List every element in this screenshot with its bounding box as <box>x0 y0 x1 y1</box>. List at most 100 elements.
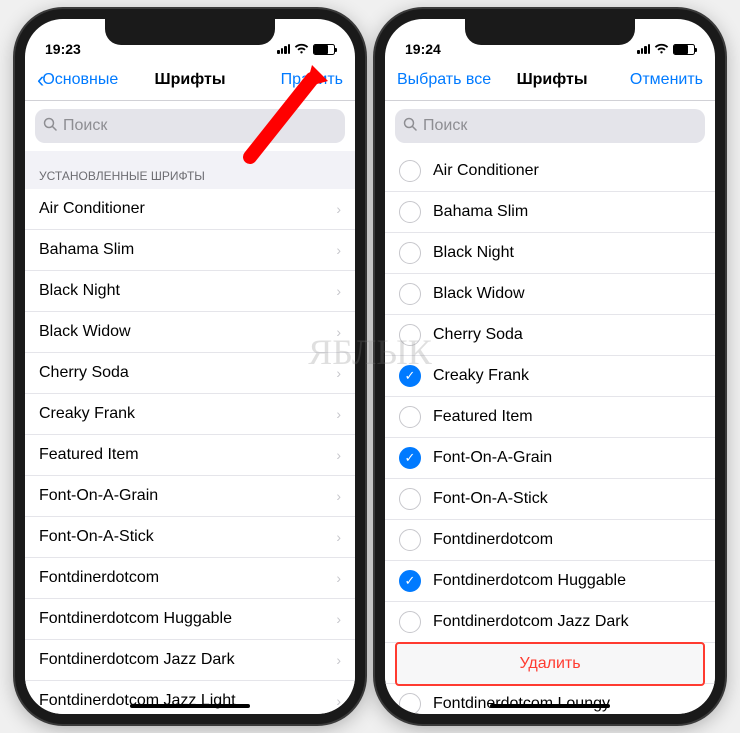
checkbox-unchecked-icon[interactable] <box>399 283 421 305</box>
status-time: 19:23 <box>45 41 81 57</box>
chevron-right-icon: › <box>336 283 341 299</box>
font-row[interactable]: Font-On-A-Grain› <box>25 476 355 517</box>
home-indicator[interactable] <box>490 704 610 708</box>
font-name: Black Night <box>433 244 514 262</box>
notch <box>465 19 635 45</box>
search-input[interactable]: Поиск <box>395 109 705 143</box>
checkbox-unchecked-icon[interactable] <box>399 242 421 264</box>
font-row[interactable]: Air Conditioner › <box>25 189 355 230</box>
font-row-selectable[interactable]: ✓ Font-On-A-Grain <box>385 438 715 479</box>
checkbox-unchecked-icon[interactable] <box>399 324 421 346</box>
font-name: Black Widow <box>39 323 131 341</box>
chevron-right-icon: › <box>336 201 341 217</box>
font-row[interactable]: Creaky Frank› <box>25 394 355 435</box>
font-row-selectable[interactable]: ✓ Creaky Frank <box>385 356 715 397</box>
font-row-selectable[interactable]: Font-On-A-Stick <box>385 479 715 520</box>
chevron-right-icon: › <box>336 652 341 668</box>
font-name: Fontdinerdotcom Jazz Dark <box>39 651 235 669</box>
chevron-right-icon: › <box>336 570 341 586</box>
delete-label: Удалить <box>519 655 580 673</box>
search-placeholder: Поиск <box>63 117 107 135</box>
back-label: Основные <box>42 71 118 89</box>
wifi-icon <box>294 41 309 57</box>
font-name: Fontdinerdotcom <box>39 569 159 587</box>
chevron-right-icon: › <box>336 611 341 627</box>
search-icon <box>43 117 57 135</box>
page-title: Шрифты <box>155 71 226 89</box>
checkbox-checked-icon[interactable]: ✓ <box>399 447 421 469</box>
chevron-right-icon: › <box>336 365 341 381</box>
font-row-selectable[interactable]: Fontdinerdotcom <box>385 520 715 561</box>
checkbox-unchecked-icon[interactable] <box>399 693 421 714</box>
font-row-selectable[interactable]: Fontdinerdotcom Jazz Dark <box>385 602 715 643</box>
checkbox-checked-icon[interactable]: ✓ <box>399 570 421 592</box>
font-row-selectable[interactable]: Cherry Soda <box>385 315 715 356</box>
font-name: Font-On-A-Grain <box>39 487 158 505</box>
edit-label: Править <box>281 71 343 89</box>
device-left: 19:23 ‹ Основные Шрифты Править <box>15 9 365 724</box>
font-name: Air Conditioner <box>433 162 539 180</box>
font-name: Font-On-A-Stick <box>433 490 548 508</box>
chevron-right-icon: › <box>336 242 341 258</box>
font-row-selectable[interactable]: Air Conditioner <box>385 151 715 192</box>
font-name: Cherry Soda <box>39 364 129 382</box>
font-row[interactable]: Font-On-A-Stick › <box>25 517 355 558</box>
section-header: УСТАНОВЛЕННЫЕ ШРИФТЫ <box>25 151 355 189</box>
back-button[interactable]: ‹ Основные <box>37 69 127 91</box>
page-title: Шрифты <box>517 71 588 89</box>
search-input[interactable]: Поиск <box>35 109 345 143</box>
checkbox-unchecked-icon[interactable] <box>399 201 421 223</box>
device-right: 19:24 Выбрать все Шрифты Отменить Поис <box>375 9 725 724</box>
checkbox-unchecked-icon[interactable] <box>399 160 421 182</box>
cancel-label: Отменить <box>630 71 703 89</box>
font-row-selectable[interactable]: Black Night <box>385 233 715 274</box>
font-row-selectable[interactable]: Featured Item <box>385 397 715 438</box>
checkbox-checked-icon[interactable]: ✓ <box>399 365 421 387</box>
edit-button[interactable]: Править <box>253 71 343 89</box>
checkbox-unchecked-icon[interactable] <box>399 406 421 428</box>
chevron-right-icon: › <box>336 406 341 422</box>
font-name: Fontdinerdotcom Huggable <box>39 610 232 628</box>
font-row-selectable[interactable]: ✓Fontdinerdotcom Huggable <box>385 561 715 602</box>
checkbox-unchecked-icon[interactable] <box>399 488 421 510</box>
font-name: Creaky Frank <box>433 367 529 385</box>
font-name: Black Widow <box>433 285 525 303</box>
notch <box>105 19 275 45</box>
font-row[interactable]: Fontdinerdotcom Jazz Dark › <box>25 640 355 681</box>
font-name: Black Night <box>39 282 120 300</box>
wifi-icon <box>654 41 669 57</box>
battery-icon <box>673 44 695 55</box>
font-row[interactable]: Featured Item › <box>25 435 355 476</box>
font-row[interactable]: Black Night › <box>25 271 355 312</box>
delete-button[interactable]: Удалить <box>395 642 705 686</box>
chevron-right-icon: › <box>336 693 341 709</box>
signal-icon <box>637 44 650 54</box>
font-row[interactable]: Fontdinerdotcom › <box>25 558 355 599</box>
signal-icon <box>277 44 290 54</box>
checkbox-unchecked-icon[interactable] <box>399 529 421 551</box>
font-row[interactable]: Fontdinerdotcom Jazz Light› <box>25 681 355 714</box>
font-list-editing: Air Conditioner Bahama Slim Black Night Bla… <box>385 151 715 714</box>
checkbox-unchecked-icon[interactable] <box>399 611 421 633</box>
font-row-selectable[interactable]: Bahama Slim <box>385 192 715 233</box>
font-row[interactable]: Fontdinerdotcom Huggable › <box>25 599 355 640</box>
font-name: Bahama Slim <box>39 241 134 259</box>
font-name: Font-On-A-Grain <box>433 449 552 467</box>
font-name: Air Conditioner <box>39 200 145 218</box>
font-name: Bahama Slim <box>433 203 528 221</box>
font-row-selectable[interactable]: Fontdinerdotcom Loungy <box>385 684 715 714</box>
font-name: Cherry Soda <box>433 326 523 344</box>
font-name: Font-On-A-Stick <box>39 528 154 546</box>
font-name: Fontdinerdotcom Jazz Dark <box>433 613 629 631</box>
chevron-right-icon: › <box>336 447 341 463</box>
font-row[interactable]: Cherry Soda › <box>25 353 355 394</box>
font-row[interactable]: Bahama Slim › <box>25 230 355 271</box>
cancel-button[interactable]: Отменить <box>613 71 703 89</box>
font-row[interactable]: Black Widow› <box>25 312 355 353</box>
font-row-selectable[interactable]: Black Widow <box>385 274 715 315</box>
chevron-right-icon: › <box>336 529 341 545</box>
font-name: Featured Item <box>39 446 139 464</box>
home-indicator[interactable] <box>130 704 250 708</box>
select-all-button[interactable]: Выбрать все <box>397 71 491 89</box>
navbar: Выбрать все Шрифты Отменить <box>385 59 715 101</box>
